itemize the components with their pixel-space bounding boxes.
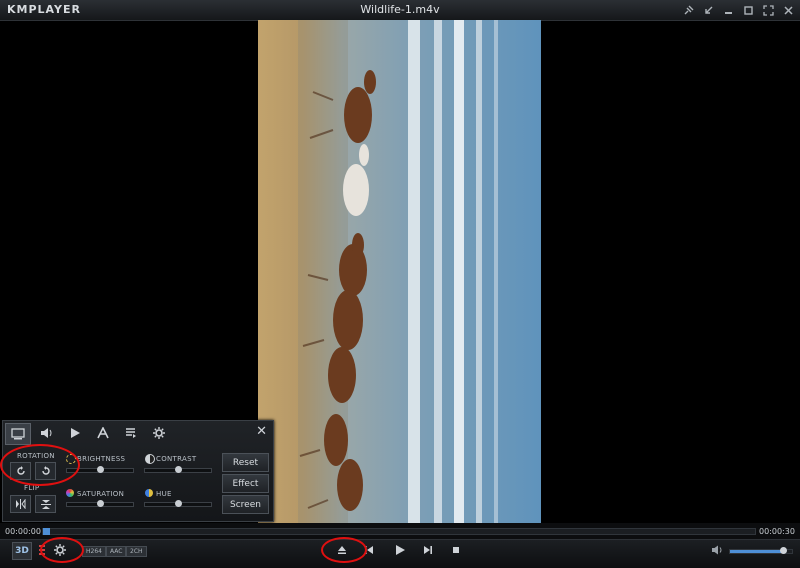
fullscreen-icon[interactable] [760,2,776,18]
audio-icon [41,428,52,438]
flip-horizontal-icon [16,499,26,509]
codec-badge-channels: 2CH [126,546,147,557]
play-button[interactable] [392,542,408,558]
playback-icon [71,428,80,438]
previous-button[interactable] [362,543,376,557]
hue-slider-knob[interactable] [175,500,182,507]
maximize-icon[interactable] [740,2,756,18]
equalizer-icon [39,545,45,555]
speaker-icon [712,545,722,555]
codec-badge-video: H264 [82,546,106,557]
reset-button[interactable]: Reset [222,453,269,472]
brightness-label: BRIGHTNESS [77,455,126,463]
tab-playlist[interactable] [119,423,143,443]
brightness-icon [66,454,76,464]
screen-icon [11,428,25,440]
hue-label: HUE [156,490,172,498]
settings-icon [153,427,165,439]
saturation-slider-knob[interactable] [97,500,104,507]
previous-icon [365,546,373,554]
brightness-slider-knob[interactable] [97,466,104,473]
hue-slider[interactable] [144,500,212,507]
flip-vertical-icon [40,499,51,509]
playlist-icon [126,428,136,438]
contrast-slider[interactable] [144,466,212,473]
contrast-slider-knob[interactable] [175,466,182,473]
next-button[interactable] [421,543,435,557]
minimize-to-corner-icon[interactable] [700,2,716,18]
panel-close-button[interactable]: ✕ [256,424,267,439]
screen-control-panel: ✕ ROTATION FLIP BRIGHTNESS CONTRAST SATU… [2,420,274,522]
contrast-label: CONTRAST [156,455,197,463]
tab-settings[interactable] [147,423,171,443]
control-panel-toggle-button[interactable] [37,543,47,557]
mute-button[interactable] [710,543,724,557]
effect-button[interactable]: Effect [222,474,269,493]
pin-icon[interactable] [680,2,696,18]
rotate-left-button[interactable] [10,462,31,480]
brightness-slider[interactable] [66,466,134,473]
flip-horizontal-button[interactable] [10,495,31,513]
saturation-slider[interactable] [66,500,134,507]
video-picture [258,20,541,523]
video-frame[interactable] [258,20,541,523]
rotate-right-icon [41,466,50,475]
eject-button[interactable] [335,543,349,557]
panel-tabs [5,423,271,445]
rotate-right-button[interactable] [35,462,56,480]
screen-button[interactable]: Screen [222,495,269,514]
tab-playback[interactable] [63,423,87,443]
window-controls [680,2,796,18]
play-icon [395,545,405,555]
stop-icon [453,547,459,553]
settings-button[interactable] [52,542,68,558]
contrast-icon [145,454,155,464]
codec-badge-audio: AAC [106,546,127,557]
total-time: 00:00:30 [759,527,795,536]
flip-label: FLIP [24,484,40,492]
stop-button[interactable] [449,543,463,557]
current-time: 00:00:00 [5,527,41,536]
hue-icon [145,489,153,497]
subtitle-icon [97,427,109,439]
seek-track[interactable] [42,528,756,535]
volume-fill [730,550,783,553]
volume-knob[interactable] [780,547,787,554]
eject-icon [338,546,346,554]
seek-thumb[interactable] [43,528,50,535]
flip-vertical-button[interactable] [35,495,56,513]
title-bar: KMPLAYER Wildlife-1.m4v [0,0,800,21]
gear-icon [54,544,66,556]
tab-subtitle[interactable] [91,423,115,443]
saturation-icon [66,489,74,497]
rotate-left-icon [16,466,25,475]
3d-button[interactable]: 3D [12,542,32,560]
minimize-icon[interactable] [720,2,736,18]
rotation-label: ROTATION [17,452,55,460]
tab-audio[interactable] [35,423,59,443]
saturation-label: SATURATION [77,490,125,498]
tab-screen[interactable] [5,423,31,445]
next-icon [424,546,432,554]
close-icon[interactable] [780,2,796,18]
volume-slider[interactable] [729,547,793,554]
